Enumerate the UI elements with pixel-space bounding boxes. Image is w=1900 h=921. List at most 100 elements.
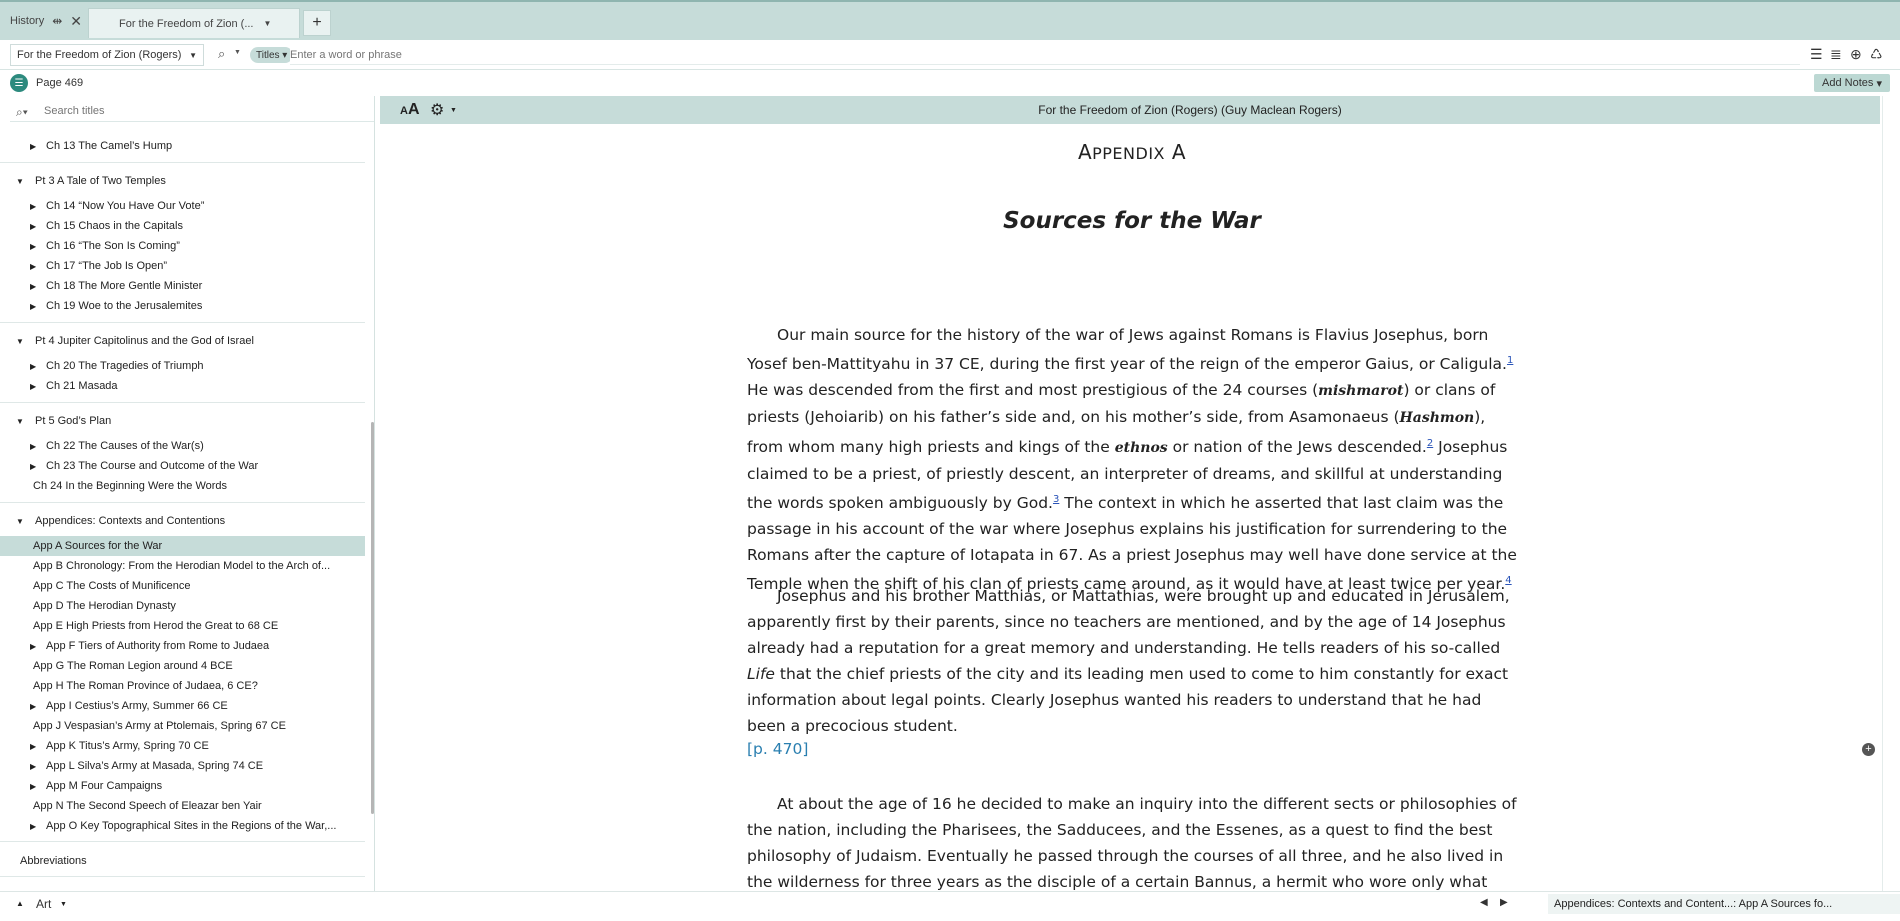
toc-item[interactable]: ▶ App M Four Campaigns [0,776,365,796]
toc-search-input[interactable] [44,105,364,117]
appendix-heading-word: PPENDIX [1092,144,1165,163]
toc-item[interactable]: ▶ App I Cestius’s Army, Summer 66 CE [0,696,365,716]
toc-item[interactable]: ▶ App K Titus’s Army, Spring 70 CE [0,736,365,756]
expand-arrow-icon[interactable]: ▶ [30,782,36,791]
sidebar-scrollbar[interactable] [371,422,374,814]
toc-item[interactable]: App E High Priests from Herod the Great … [0,616,365,636]
toc-item-label: App D The Herodian Dynasty [33,600,176,612]
menu-lines-icon[interactable]: ☰ [1810,46,1823,63]
expand-arrow-icon[interactable]: ▶ [30,302,36,311]
scope-chip-label: Titles [256,49,280,61]
chevron-down-icon[interactable]: ▼ [234,49,241,56]
location-status[interactable]: Appendices: Contexts and Content...: App… [1548,894,1900,914]
tab-document[interactable]: For the Freedom of Zion (... ▼ [88,8,300,38]
divider [0,162,365,163]
toc-item[interactable]: ▶ Ch 18 The More Gentle Minister [0,276,365,296]
doc-tab-label: For the Freedom of Zion (... [119,17,254,30]
resource-selector[interactable]: For the Freedom of Zion (Rogers) ▼ [10,44,204,66]
footnote-link[interactable]: 1 [1507,355,1513,366]
toc-part[interactable]: ▼ Pt 4 Jupiter Capitolinus and the God of… [0,331,365,351]
chevron-down-icon: ▼ [189,50,197,60]
expand-arrow-icon[interactable]: ▶ [30,222,36,231]
toc-item[interactable]: Abbreviations [0,851,365,871]
toc-item-label: App F Tiers of Authority from Rome to Ju… [46,640,270,652]
toc-item[interactable]: ▶ Ch 23 The Course and Outcome of the War [0,456,365,476]
collapse-arrow-icon[interactable]: ▼ [16,337,24,346]
toc-item[interactable]: App J Vespasian’s Army at Ptolemais, Spr… [0,716,365,736]
toc-item[interactable]: ▶ Ch 20 The Tragedies of Triumph [0,356,365,376]
toc-item[interactable]: ▶ Ch 16 “The Son Is Coming” [0,236,365,256]
page-label: Page 469 [36,77,84,89]
tab-history[interactable]: History ⇹ ✕ [0,4,82,38]
forward-arrow-icon[interactable]: ▶ [1500,897,1508,908]
expand-arrow-icon[interactable]: ▶ [30,762,36,771]
toc-item[interactable]: ▶ Ch 17 “The Job Is Open” [0,256,365,276]
expand-arrow-icon[interactable]: ▶ [30,262,36,271]
toc-item[interactable]: ▶ Ch 13 The Camel’s Hump [0,136,365,156]
toc-item-label: Pt 5 God’s Plan [35,415,112,427]
toc-item[interactable]: Ch 24 In the Beginning Were the Words [0,476,365,496]
expand-arrow-icon[interactable]: ▶ [30,742,36,751]
close-icon[interactable]: ✕ [70,13,82,30]
divider [0,876,365,877]
toc-item[interactable]: ▶ Ch 21 Masada [0,376,365,396]
divider [0,841,365,842]
toc-item[interactable]: App G The Roman Legion around 4 BCE [0,656,365,676]
pin-icon[interactable]: ⇹ [52,14,62,28]
reader-scroll-gutter[interactable] [1882,96,1900,891]
expand-arrow-icon[interactable]: ▶ [30,462,36,471]
toc-item-label: Ch 14 “Now You Have Our Vote” [46,200,205,212]
toc-item[interactable]: ▶ Ch 22 The Causes of the War(s) [0,436,365,456]
search-icon[interactable]: ⌕▾ [16,105,28,120]
toc-item-selected[interactable]: App A Sources for the War [0,536,365,556]
recycle-icon[interactable]: ♺ [1870,46,1883,63]
toc-item-label: App O Key Topographical Sites in the Reg… [46,820,337,832]
toc-item[interactable]: ▶ Ch 15 Chaos in the Capitals [0,216,365,236]
chevron-down-icon[interactable]: ▼ [60,901,67,908]
paragraph-text: that the chief priests of the city and i… [747,665,1509,735]
toc-item[interactable]: ▶ App L Silva’s Army at Masada, Spring 74… [0,756,365,776]
expand-arrow-icon[interactable]: ▶ [30,142,36,151]
expand-arrow-icon[interactable]: ▶ [30,642,36,651]
toc-part[interactable]: ▼ Pt 5 God’s Plan [0,411,365,431]
expand-arrow-icon[interactable]: ▶ [30,442,36,451]
toc-list-icon[interactable]: ☰ [10,74,28,92]
collapse-arrow-icon[interactable]: ▼ [16,417,24,426]
toc-part[interactable]: ▼ Appendices: Contexts and Contentions [0,511,365,531]
search-input[interactable] [290,45,1800,65]
toc-item[interactable]: ▶ Ch 14 “Now You Have Our Vote” [0,196,365,216]
toc-item[interactable]: ▶ Ch 19 Woe to the Jerusalemites [0,296,365,316]
toc-item-label: Ch 18 The More Gentle Minister [46,280,203,292]
toc-item[interactable]: App N The Second Speech of Eleazar ben Y… [0,796,365,816]
expand-arrow-icon[interactable]: ▶ [30,282,36,291]
add-note-icon[interactable]: + [1862,743,1875,756]
chevron-down-icon[interactable]: ▼ [264,19,272,28]
add-circle-icon[interactable]: ⊕ [1850,46,1862,63]
search-icon[interactable]: ⌕ [218,46,225,62]
expand-arrow-icon[interactable]: ▶ [30,362,36,371]
toc-item[interactable]: App B Chronology: From the Herodian Mode… [0,556,365,576]
expand-arrow-icon[interactable]: ▶ [30,202,36,211]
collapse-up-icon[interactable]: ▲ [16,899,24,908]
paragraph-text: Our main source for the history of the w… [747,326,1507,374]
expand-arrow-icon[interactable]: ▶ [30,242,36,251]
toc-item[interactable]: App D The Herodian Dynasty [0,596,365,616]
toc-item[interactable]: App H The Roman Province of Judaea, 6 CE… [0,676,365,696]
list-icon[interactable]: ≣ [1830,46,1842,63]
collapse-arrow-icon[interactable]: ▼ [16,177,24,186]
layout-label[interactable]: Art [36,897,51,911]
toc-part[interactable]: ▼ Pt 3 A Tale of Two Temples [0,171,365,191]
page-marker[interactable]: [p. 470] [747,740,808,758]
expand-arrow-icon[interactable]: ▶ [30,702,36,711]
expand-arrow-icon[interactable]: ▶ [30,382,36,391]
toc-item[interactable]: App C The Costs of Munificence [0,576,365,596]
toc-item[interactable]: ▶ App F Tiers of Authority from Rome to J… [0,636,365,656]
toc-search[interactable]: ⌕▾ [10,104,374,122]
collapse-arrow-icon[interactable]: ▼ [16,517,24,526]
toc-item[interactable]: ▶ App O Key Topographical Sites in the Re… [0,816,365,836]
add-notes-button[interactable]: Add Notes ▾ [1814,74,1890,92]
new-tab-button[interactable]: + [303,10,331,36]
back-arrow-icon[interactable]: ◀ [1480,897,1488,908]
expand-arrow-icon[interactable]: ▶ [30,822,36,831]
scope-chip[interactable]: Titles ▾ [250,47,294,63]
